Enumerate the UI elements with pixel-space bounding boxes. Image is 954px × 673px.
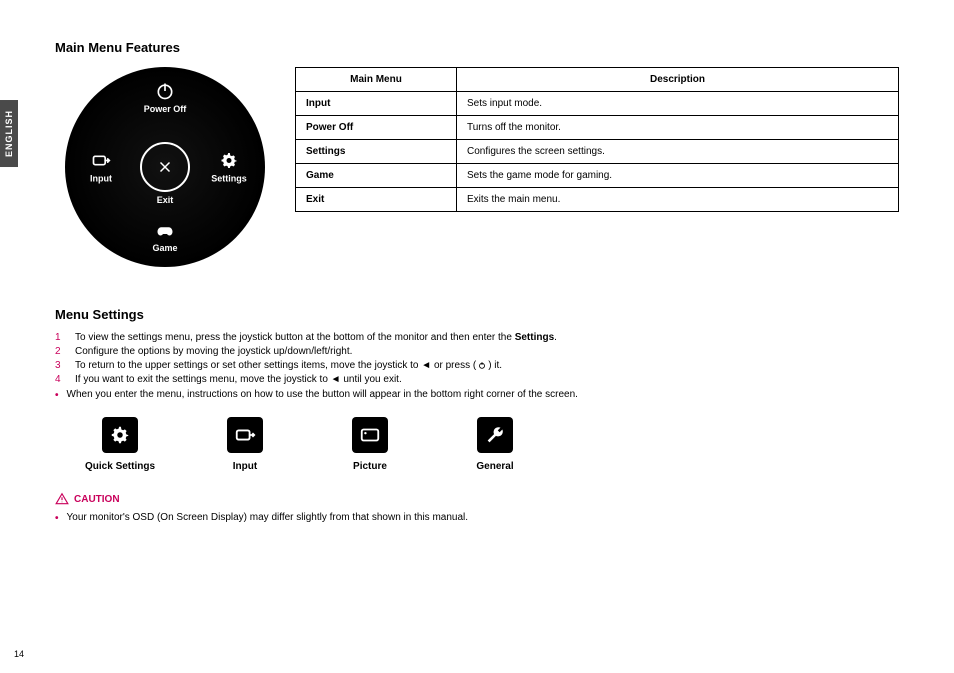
table-cell-desc: Exits the main menu. [457,188,899,212]
input-item: Input [210,417,280,472]
table-cell-desc: Sets input mode. [457,92,899,116]
bullet-dot: • [55,389,59,402]
menu-option-label: Power Off [144,104,187,114]
table-cell-name: Game [296,164,457,188]
table-cell-desc: Turns off the monitor. [457,116,899,140]
step-2: 2 Configure the options by moving the jo… [55,346,899,357]
table-row: SettingsConfigures the screen settings. [296,140,899,164]
menu-option-input: Input [71,151,131,184]
table-cell-desc: Configures the screen settings. [457,140,899,164]
step-number: 1 [55,332,65,343]
table-row: GameSets the game mode for gaming. [296,164,899,188]
bullet-dot: • [55,512,59,525]
quick-settings-item: Quick Settings [85,417,155,472]
table-row: ExitExits the main menu. [296,188,899,212]
press-icon [476,360,488,370]
gear-icon [102,417,138,453]
note-text: When you enter the menu, instructions on… [67,389,578,402]
menu-option-exit [140,142,190,192]
table-cell-desc: Sets the game mode for gaming. [457,164,899,188]
gamepad-icon [154,222,176,240]
icon-label: Picture [353,461,387,472]
wrench-gear-icon [477,417,513,453]
table-row: InputSets input mode. [296,92,899,116]
menu-settings-steps: 1 To view the settings menu, press the j… [55,332,899,385]
step-number: 2 [55,346,65,357]
menu-settings-note: • When you enter the menu, instructions … [55,389,899,402]
table-row: Power OffTurns off the monitor. [296,116,899,140]
table-cell-name: Exit [296,188,457,212]
icon-label: General [476,461,513,472]
language-side-tab: ENGLISH [0,100,18,167]
table-header-main-menu: Main Menu [296,68,457,92]
step-text: If you want to exit the settings menu, m… [75,374,402,385]
warning-icon [55,492,69,506]
main-menu-table: Main Menu Description InputSets input mo… [295,67,899,212]
step-text: To return to the upper settings or set o… [75,360,502,371]
step-3: 3 To return to the upper settings or set… [55,360,899,371]
table-cell-name: Settings [296,140,457,164]
main-menu-features-heading: Main Menu Features [55,40,899,55]
caution-label: CAUTION [55,492,899,506]
menu-option-label: Game [152,243,177,253]
step-1: 1 To view the settings menu, press the j… [55,332,899,343]
menu-option-label: Input [90,174,112,184]
joystick-menu-diagram: Power Off Input Settings Game [55,67,275,267]
menu-option-game: Game [135,222,195,253]
picture-icon [352,417,388,453]
step-text: To view the settings menu, press the joy… [75,332,557,343]
menu-settings-heading: Menu Settings [55,307,899,322]
menu-option-label: Exit [157,195,174,205]
step-number: 4 [55,374,65,385]
table-cell-name: Input [296,92,457,116]
icon-label: Quick Settings [85,461,155,472]
table-header-description: Description [457,68,899,92]
step-4: 4 If you want to exit the settings menu,… [55,374,899,385]
step-text: Configure the options by moving the joys… [75,346,352,357]
power-icon [155,81,175,101]
table-cell-name: Power Off [296,116,457,140]
close-icon [156,158,174,176]
picture-item: Picture [335,417,405,472]
menu-option-label: Settings [211,174,247,184]
general-item: General [460,417,530,472]
gear-icon [219,151,239,171]
caution-note: • Your monitor's OSD (On Screen Display)… [55,512,899,525]
settings-icon-row: Quick Settings Input Picture General [85,417,899,472]
menu-option-settings: Settings [199,151,259,184]
caution-text: Your monitor's OSD (On Screen Display) m… [67,512,469,525]
input-icon [91,151,111,171]
icon-label: Input [233,461,257,472]
page-number: 14 [14,649,24,659]
input-icon [227,417,263,453]
menu-option-power-off: Power Off [135,81,195,114]
step-number: 3 [55,360,65,371]
